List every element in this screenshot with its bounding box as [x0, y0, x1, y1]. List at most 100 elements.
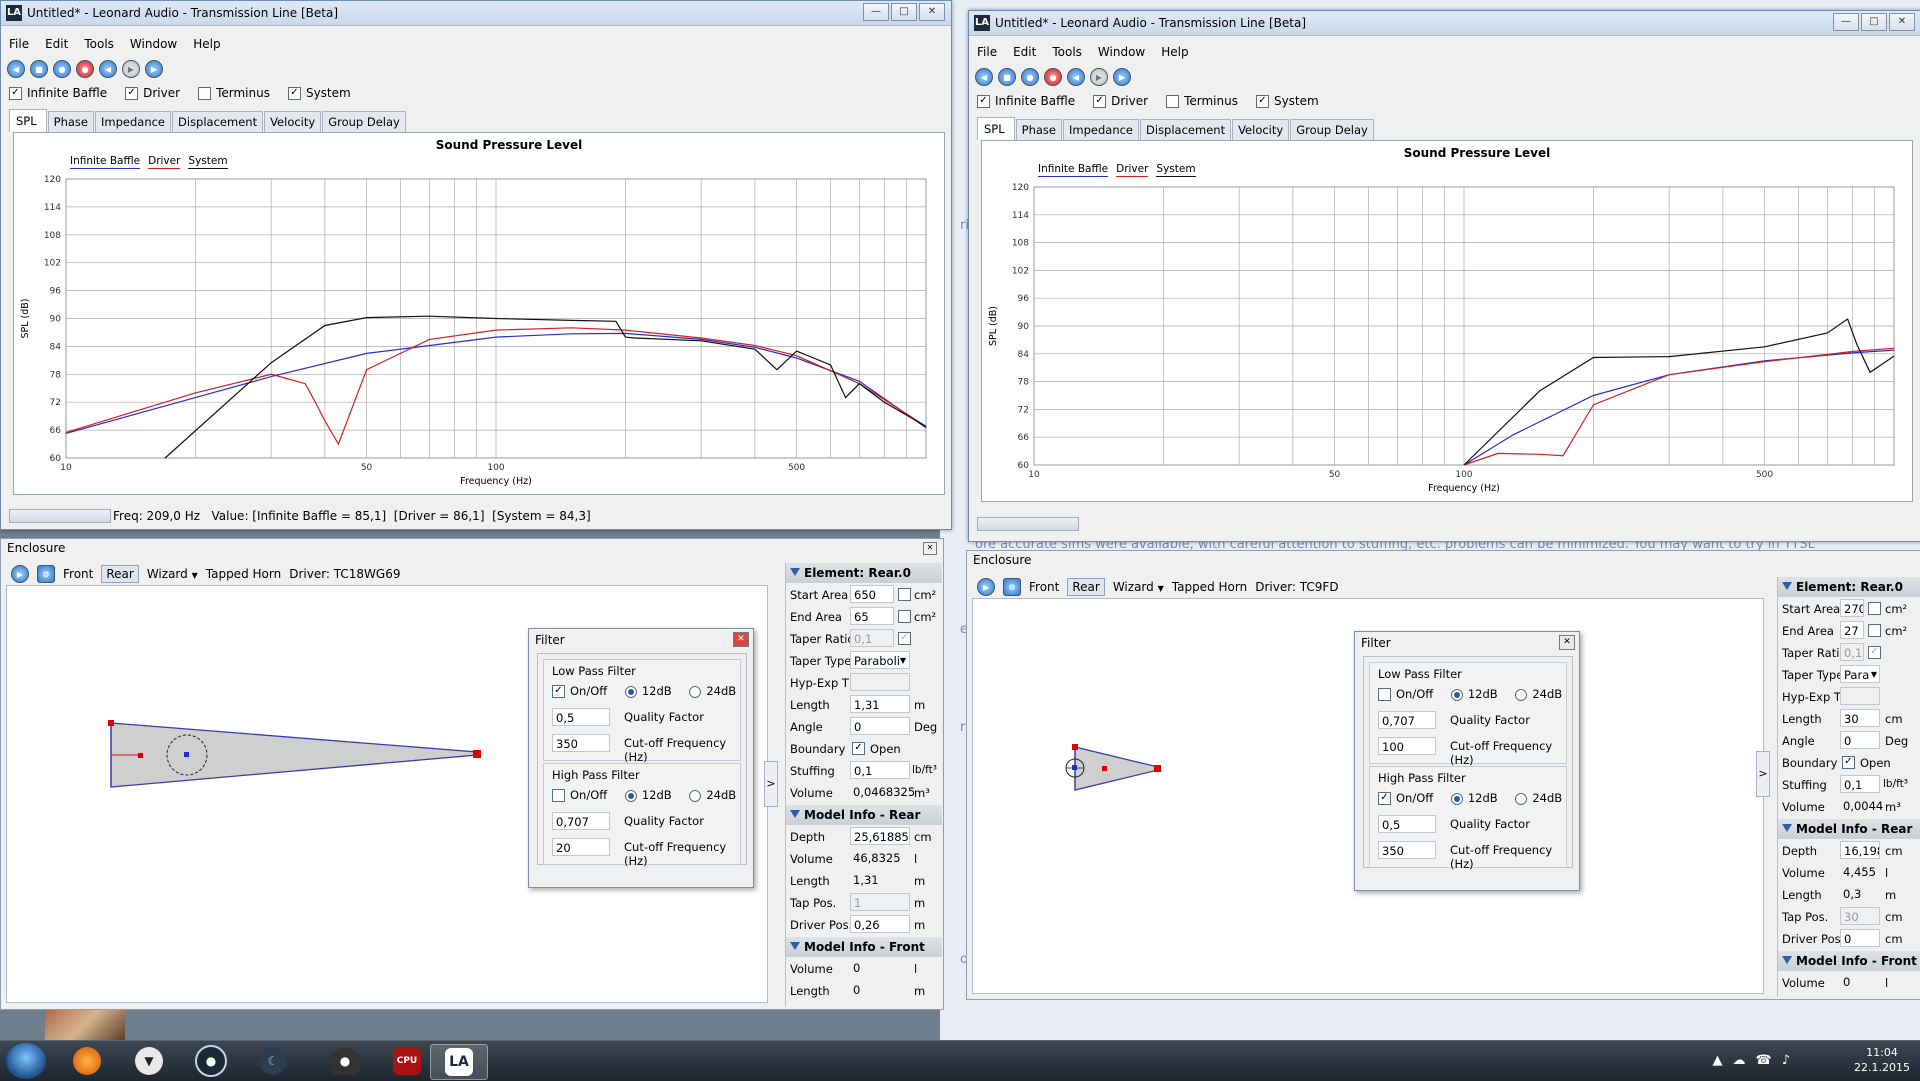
taper-type-select[interactable]: Para ▼ [1840, 665, 1880, 683]
driver-pos-input[interactable]: 0,26 [850, 915, 910, 933]
high-pass-q-input[interactable]: 0,707 [552, 812, 610, 830]
high-pass-24db-radio[interactable]: 24dB [1515, 791, 1562, 805]
checkbox-box[interactable]: ✓ [9, 87, 22, 100]
front-button[interactable]: Front [63, 567, 93, 581]
end-handle[interactable] [473, 750, 481, 758]
boundary-checkbox[interactable]: ✓ [852, 742, 865, 755]
prev-icon[interactable]: ◀ [99, 60, 117, 78]
spl-chart[interactable]: 120 114 108 102 96 90 84 78 72 66 60 10 50 100 500 Soun… [981, 140, 1913, 502]
low-pass-12db-radio[interactable]: 12dB [624, 684, 672, 698]
radio-dot[interactable] [1515, 688, 1528, 701]
minimize-button[interactable]: — [863, 3, 889, 21]
radio-dot[interactable] [1450, 792, 1463, 805]
low-pass-q-input[interactable]: 0,5 [552, 708, 610, 726]
wizard-dropdown[interactable]: Wizard ▼ [1113, 580, 1164, 594]
menu-help[interactable]: Help [1153, 42, 1196, 59]
driver-handle[interactable] [1102, 766, 1107, 771]
tab-group-delay[interactable]: Group Delay [322, 111, 406, 132]
legend-system[interactable]: System [188, 155, 228, 169]
radio-dot[interactable] [689, 685, 702, 698]
start-area-input[interactable]: 650 [850, 585, 894, 603]
system-checkbox[interactable]: ✓ System [1255, 94, 1319, 108]
close-icon[interactable]: ✕ [1559, 635, 1575, 650]
prev-icon[interactable]: ◀ [1067, 68, 1085, 86]
end-handle[interactable] [1154, 765, 1161, 772]
start-button[interactable] [6, 1043, 46, 1079]
close-button[interactable]: ✕ [1889, 13, 1915, 31]
angle-input[interactable]: 0 [850, 717, 910, 735]
depth-input[interactable]: 25,6188537 [850, 827, 910, 845]
record-icon[interactable]: ● [1044, 68, 1062, 86]
menu-window[interactable]: Window [122, 34, 185, 51]
menu-file[interactable]: File [969, 42, 1005, 59]
tab-spl[interactable]: SPL [977, 117, 1015, 140]
driver-checkbox[interactable]: ✓ Driver [1093, 94, 1148, 108]
stop-icon[interactable]: ● [1021, 68, 1039, 86]
corner-handle[interactable] [108, 720, 114, 726]
clock[interactable]: 11:04 22.1.2015 [1854, 1045, 1910, 1075]
high-pass-24db-radio[interactable]: 24dB [689, 788, 736, 802]
tab-group-delay[interactable]: Group Delay [1290, 119, 1374, 140]
high-pass-freq-input[interactable]: 350 [1378, 841, 1436, 859]
stuffing-input[interactable]: 0,1 [850, 761, 910, 779]
legend-system[interactable]: System [1156, 163, 1196, 177]
close-icon[interactable]: ✕ [733, 632, 749, 647]
taskbar-app-leonard-audio[interactable]: LA [430, 1044, 488, 1080]
low-pass-onoff-checkbox[interactable]: ✓ On/Off [552, 684, 607, 698]
lock-checkbox[interactable] [1868, 602, 1881, 615]
lock-checkbox[interactable] [898, 588, 911, 601]
infinite-baffle-checkbox[interactable]: ✓ Infinite Baffle [977, 94, 1075, 108]
checkbox-box[interactable] [1378, 688, 1391, 701]
rewind-icon[interactable]: ◀ [975, 68, 993, 86]
front-button[interactable]: Front [1029, 580, 1059, 594]
radio-dot[interactable] [1515, 792, 1528, 805]
legend-infinite-baffle[interactable]: Infinite Baffle [1038, 163, 1109, 177]
radio-dot[interactable] [624, 685, 637, 698]
tab-velocity[interactable]: Velocity [1232, 119, 1290, 140]
spl-chart[interactable]: 120 114 108 102 96 90 84 78 72 66 60 10 50 100 500 Soun… [13, 132, 945, 495]
checkbox-box[interactable]: ✓ [552, 685, 565, 698]
legend-driver[interactable]: Driver [1116, 163, 1149, 177]
menu-help[interactable]: Help [185, 34, 228, 51]
model-front-header[interactable]: Model Info - Front [1778, 951, 1920, 971]
horn-shape[interactable] [1074, 746, 1159, 791]
driver-center[interactable] [184, 752, 189, 757]
high-pass-12db-radio[interactable]: 12dB [624, 788, 672, 802]
radio-dot[interactable] [689, 789, 702, 802]
high-pass-12db-radio[interactable]: 12dB [1450, 791, 1498, 805]
maximize-button[interactable]: □ [1861, 13, 1887, 31]
checkbox-box[interactable]: ✓ [1093, 95, 1107, 108]
depth-input[interactable]: 16,1985 [1840, 841, 1880, 859]
tapped-horn-button[interactable]: Tapped Horn [206, 567, 281, 581]
horizontal-scrollbar[interactable] [977, 517, 1079, 531]
low-pass-24db-radio[interactable]: 24dB [1515, 687, 1562, 701]
step-back-icon[interactable]: ■ [998, 68, 1016, 86]
model-front-header[interactable]: Model Info - Front [786, 937, 942, 957]
driver-handle[interactable] [138, 753, 143, 758]
rewind-icon[interactable]: ◀ [7, 60, 25, 78]
next-icon[interactable]: ▶ [1090, 68, 1108, 86]
tab-phase[interactable]: Phase [1015, 119, 1062, 140]
length-input[interactable]: 30 [1840, 709, 1880, 727]
terminus-checkbox[interactable]: Terminus [1166, 94, 1238, 108]
low-pass-q-input[interactable]: 0,707 [1378, 711, 1436, 729]
tab-spl[interactable]: SPL [9, 109, 47, 132]
play-icon[interactable]: ▶ [977, 578, 995, 596]
step-back-icon[interactable]: ■ [30, 60, 48, 78]
play-icon[interactable]: ▶ [1113, 68, 1131, 86]
length-input[interactable]: 1,31 [850, 695, 910, 713]
terminus-checkbox[interactable]: Terminus [198, 86, 270, 100]
angle-input[interactable]: 0 [1840, 731, 1880, 749]
wrench-icon[interactable]: ⚙ [37, 565, 55, 583]
driver-pos-input[interactable]: 0 [1840, 929, 1880, 947]
low-pass-freq-input[interactable]: 100 [1378, 737, 1436, 755]
legend-driver[interactable]: Driver [148, 155, 181, 169]
taskbar-app-moon[interactable]: ☾ [248, 1044, 298, 1078]
menu-tools[interactable]: Tools [1044, 42, 1090, 59]
tab-impedance[interactable]: Impedance [1063, 119, 1140, 140]
element-header[interactable]: Element: Rear.0 [786, 563, 942, 583]
tab-phase[interactable]: Phase [47, 111, 94, 132]
taskbar-app-firefox[interactable] [62, 1044, 112, 1078]
expand-panel-button[interactable]: > [764, 761, 778, 807]
radio-dot[interactable] [624, 789, 637, 802]
